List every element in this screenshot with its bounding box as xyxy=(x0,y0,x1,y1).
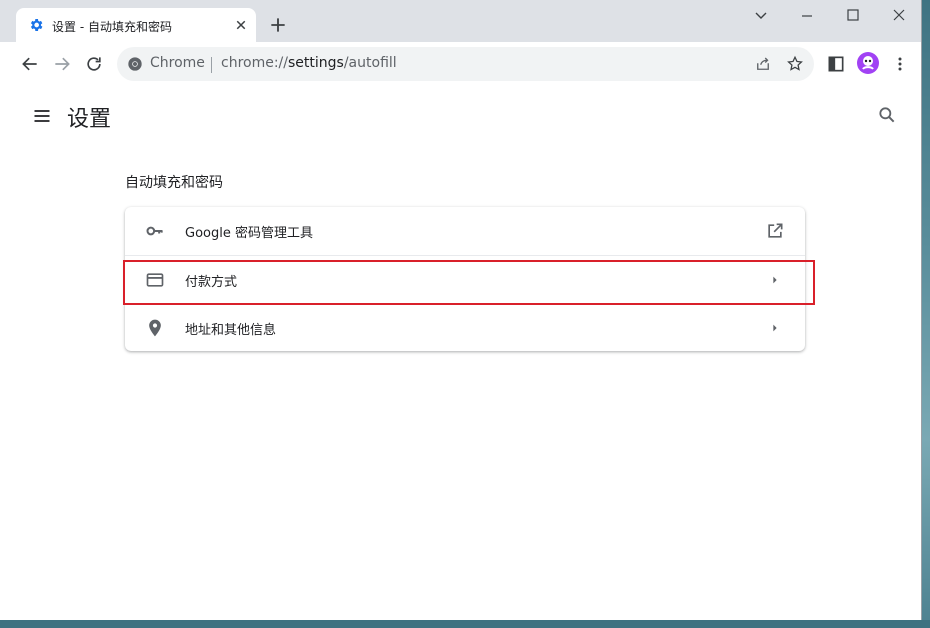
reload-icon[interactable] xyxy=(84,54,104,74)
avatar[interactable] xyxy=(857,52,879,74)
arrow-right-icon xyxy=(773,324,777,332)
omnibox-divider xyxy=(211,57,212,73)
tab-strip: 设置 - 自动填充和密码 xyxy=(0,0,921,42)
open-external-icon xyxy=(768,223,783,238)
arrow-left-icon[interactable] xyxy=(20,54,40,74)
url-text[interactable]: chrome://settings/autofill xyxy=(221,55,397,71)
gear-icon xyxy=(30,19,43,31)
desktop-background xyxy=(922,0,930,628)
window-close-icon[interactable] xyxy=(876,4,922,28)
address-bar[interactable]: Chrome chrome://settings/autofill xyxy=(117,47,814,81)
settings-item-addresses[interactable]: 地址和其他信息 xyxy=(125,303,805,352)
settings-item-label: Google 密码管理工具 xyxy=(185,226,313,241)
settings-item-password-manager[interactable]: Google 密码管理工具 xyxy=(125,207,805,255)
tab-title: 设置 - 自动填充和密码 xyxy=(52,20,172,34)
tab-settings[interactable]: 设置 - 自动填充和密码 xyxy=(16,8,256,42)
autofill-settings-card: Google 密码管理工具 付款方式 地址和其他信息 xyxy=(125,207,805,351)
browser-window: 设置 - 自动填充和密码 Chrome chrome://settings/au… xyxy=(0,0,922,620)
chevron-down-icon[interactable] xyxy=(738,4,784,28)
desktop-background-bottom xyxy=(0,620,930,628)
settings-item-label: 地址和其他信息 xyxy=(185,323,277,338)
chrome-logo-icon xyxy=(128,57,142,71)
settings-item-label: 付款方式 xyxy=(185,275,238,290)
minimize-icon[interactable] xyxy=(784,4,830,28)
share-icon[interactable] xyxy=(754,55,772,73)
new-tab-button[interactable] xyxy=(268,15,288,35)
browser-toolbar: Chrome chrome://settings/autofill xyxy=(0,42,921,87)
profile-icon xyxy=(862,56,874,70)
side-panel-icon[interactable] xyxy=(826,54,846,74)
bookmark-star-icon[interactable] xyxy=(786,55,804,73)
page-title: 设置 xyxy=(67,107,112,132)
arrow-right-icon[interactable] xyxy=(52,54,72,74)
location-pin-icon xyxy=(149,319,161,337)
credit-card-icon xyxy=(146,273,164,287)
settings-item-payment-methods[interactable]: 付款方式 xyxy=(125,255,805,304)
search-icon[interactable] xyxy=(877,105,897,125)
kebab-menu-icon[interactable] xyxy=(890,54,910,74)
hamburger-menu-icon[interactable] xyxy=(32,106,52,126)
site-label: Chrome xyxy=(150,55,205,71)
maximize-icon[interactable] xyxy=(830,4,876,28)
key-icon xyxy=(146,226,163,236)
settings-page: 设置 自动填充和密码 Google 密码管理工具 付款方式 地址和其他信息 xyxy=(0,86,921,620)
close-icon[interactable] xyxy=(232,16,250,34)
arrow-right-icon xyxy=(773,276,777,284)
section-title: 自动填充和密码 xyxy=(125,175,223,191)
